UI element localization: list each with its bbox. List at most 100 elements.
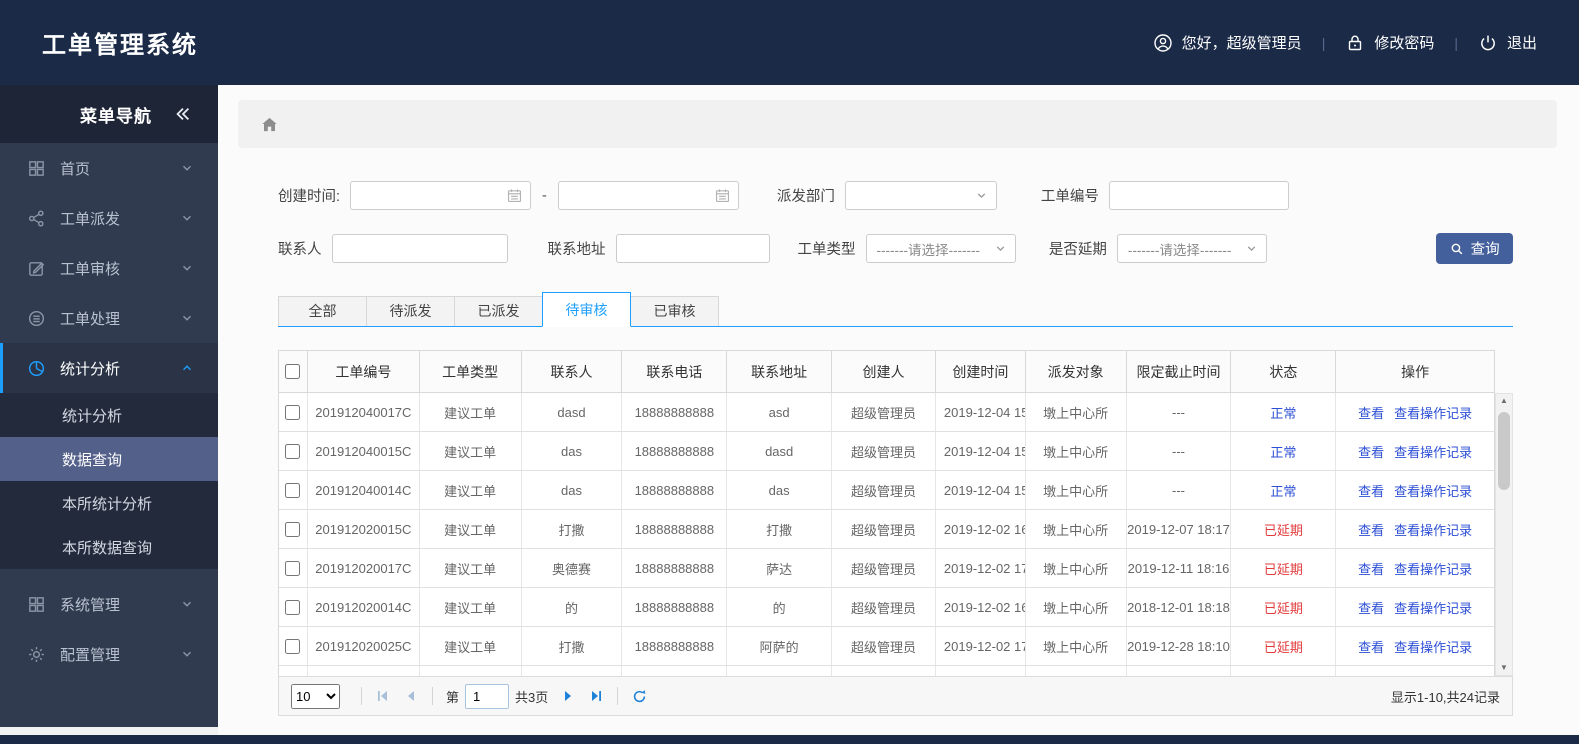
col-address: 联系地址 [727, 351, 833, 392]
refresh-button[interactable] [628, 685, 650, 707]
view-link[interactable]: 查看 [1358, 442, 1384, 461]
view-link[interactable]: 查看 [1358, 559, 1384, 578]
lock-icon [1349, 35, 1362, 50]
cell-status: 正常 [1231, 432, 1337, 470]
search-button[interactable]: 查询 [1436, 233, 1513, 264]
row-checkbox-cell [279, 627, 308, 665]
sidebar-item-review[interactable]: 工单审核 [0, 243, 218, 293]
row-checkbox[interactable] [285, 599, 301, 615]
dispatch-dept-select[interactable] [844, 181, 997, 210]
cell-target: 墩上中心所 [1026, 510, 1127, 548]
row-checkbox-cell [279, 510, 308, 548]
orders-table: 工单编号 工单类型 联系人 联系电话 联系地址 创建人 创建时间 派发对象 限定… [278, 350, 1513, 716]
page-number-input[interactable] [465, 683, 510, 709]
contact-input[interactable] [331, 234, 508, 263]
address-input[interactable] [615, 234, 770, 263]
sidebar-item-dispatch[interactable]: 工单派发 [0, 193, 218, 243]
header-divider: | [1454, 34, 1458, 51]
double-chevron-left-icon[interactable] [174, 105, 192, 123]
sidebar-item-home[interactable]: 首页 [0, 143, 218, 193]
create-time-end-input[interactable] [557, 181, 739, 210]
delay-select[interactable]: -------请选择------- [1116, 234, 1268, 263]
sidebar-item-config[interactable]: 配置管理 [0, 629, 218, 679]
main-content: 创建时间: - 派发部门 工单编号 联系人 联系地址 工单类型 -------请… [218, 85, 1579, 735]
order-type-select[interactable]: -------请选择------- [865, 234, 1016, 263]
greeting-text: 您好，超级管理员 [1181, 35, 1302, 52]
sidebar-item-system[interactable]: 系统管理 [0, 579, 218, 629]
view-log-link[interactable]: 查看操作记录 [1394, 520, 1472, 539]
col-contact: 联系人 [522, 351, 623, 392]
row-checkbox[interactable] [285, 521, 301, 537]
tab-dispatched[interactable]: 已派发 [454, 296, 543, 326]
row-checkbox[interactable] [285, 404, 301, 420]
chevron-up-icon [183, 365, 191, 371]
tab-reviewed[interactable]: 已审核 [630, 296, 719, 326]
view-log-link[interactable]: 查看操作记录 [1394, 598, 1472, 617]
sidebar-item-label: 首页 [60, 160, 91, 178]
tab-pending-dispatch[interactable]: 待派发 [366, 296, 455, 326]
create-time-start-input[interactable] [350, 181, 532, 210]
sidebar-item-statistics[interactable]: 统计分析 [0, 343, 218, 393]
cell-phone: 18888888888 [622, 393, 728, 431]
user-icon [1153, 33, 1172, 52]
view-link[interactable]: 查看 [1358, 598, 1384, 617]
cell-status [1231, 666, 1337, 676]
order-no-input[interactable] [1108, 181, 1289, 210]
prev-page-button[interactable] [400, 685, 422, 707]
scroll-up-icon[interactable]: ▲ [1500, 396, 1508, 406]
tab-pending-review[interactable]: 待审核 [542, 292, 631, 327]
cell-actions: 查看 查看操作记录 [1336, 393, 1494, 431]
pager-divider [617, 687, 619, 705]
view-link[interactable]: 查看 [1358, 520, 1384, 539]
table-row: 201912040015C 建议工单 das 18888888888 dasd … [279, 432, 1494, 471]
submenu-item-statistics[interactable]: 统计分析 [0, 393, 218, 437]
view-log-link[interactable]: 查看操作记录 [1394, 442, 1472, 461]
submenu-label: 数据查询 [62, 451, 123, 469]
grid-icon [29, 160, 44, 176]
chevron-down-icon [183, 315, 191, 321]
select-all-checkbox[interactable] [285, 364, 301, 379]
logout-link[interactable]: 退出 [1478, 32, 1537, 53]
row-checkbox[interactable] [285, 443, 301, 459]
row-checkbox[interactable] [285, 560, 301, 576]
next-page-button[interactable] [557, 685, 579, 707]
view-log-link[interactable]: 查看操作记录 [1394, 403, 1472, 422]
cell-created [936, 666, 1026, 676]
chevron-down-icon [977, 193, 986, 199]
view-link[interactable]: 查看 [1358, 481, 1384, 500]
submenu-item-local-data-query[interactable]: 本所数据查询 [0, 525, 218, 569]
view-link[interactable]: 查看 [1358, 403, 1384, 422]
submenu-item-data-query[interactable]: 数据查询 [0, 437, 218, 481]
table-scrollbar[interactable]: ▲ ▼ [1495, 393, 1513, 676]
cell-actions: 查看 查看操作记录 [1336, 471, 1494, 509]
statistics-submenu: 统计分析 数据查询 本所统计分析 本所数据查询 [0, 393, 218, 569]
tab-all[interactable]: 全部 [278, 296, 367, 326]
submenu-item-local-statistics[interactable]: 本所统计分析 [0, 481, 218, 525]
sidebar-item-label: 工单处理 [60, 310, 121, 328]
row-checkbox[interactable] [285, 482, 301, 498]
view-log-link[interactable]: 查看操作记录 [1394, 481, 1472, 500]
first-page-button[interactable] [372, 685, 394, 707]
scroll-down-icon[interactable]: ▼ [1500, 663, 1508, 673]
scrollbar-thumb[interactable] [1498, 412, 1510, 490]
change-password-link[interactable]: 修改密码 [1345, 32, 1434, 53]
cell-creator: 超级管理员 [832, 510, 936, 548]
cell-contact: das [522, 471, 623, 509]
view-link[interactable]: 查看 [1358, 637, 1384, 656]
cell-address: 萨达 [727, 549, 833, 587]
submenu-label: 本所统计分析 [62, 495, 153, 513]
page-size-select[interactable]: 10 [291, 683, 340, 709]
cell-target: 墩上中心所 [1026, 432, 1127, 470]
col-creator: 创建人 [832, 351, 936, 392]
sidebar-item-process[interactable]: 工单处理 [0, 293, 218, 343]
col-target: 派发对象 [1026, 351, 1127, 392]
footer-strip [0, 735, 1579, 744]
view-log-link[interactable]: 查看操作记录 [1394, 637, 1472, 656]
home-icon[interactable] [260, 115, 279, 134]
last-page-button[interactable] [585, 685, 607, 707]
pagination-bar: 10 第 共3页 显示1-10,共24记录 [278, 676, 1513, 716]
pager-divider [361, 687, 362, 705]
cell-order-no: 201912020014C [308, 588, 420, 626]
view-log-link[interactable]: 查看操作记录 [1394, 559, 1472, 578]
row-checkbox[interactable] [285, 638, 301, 654]
